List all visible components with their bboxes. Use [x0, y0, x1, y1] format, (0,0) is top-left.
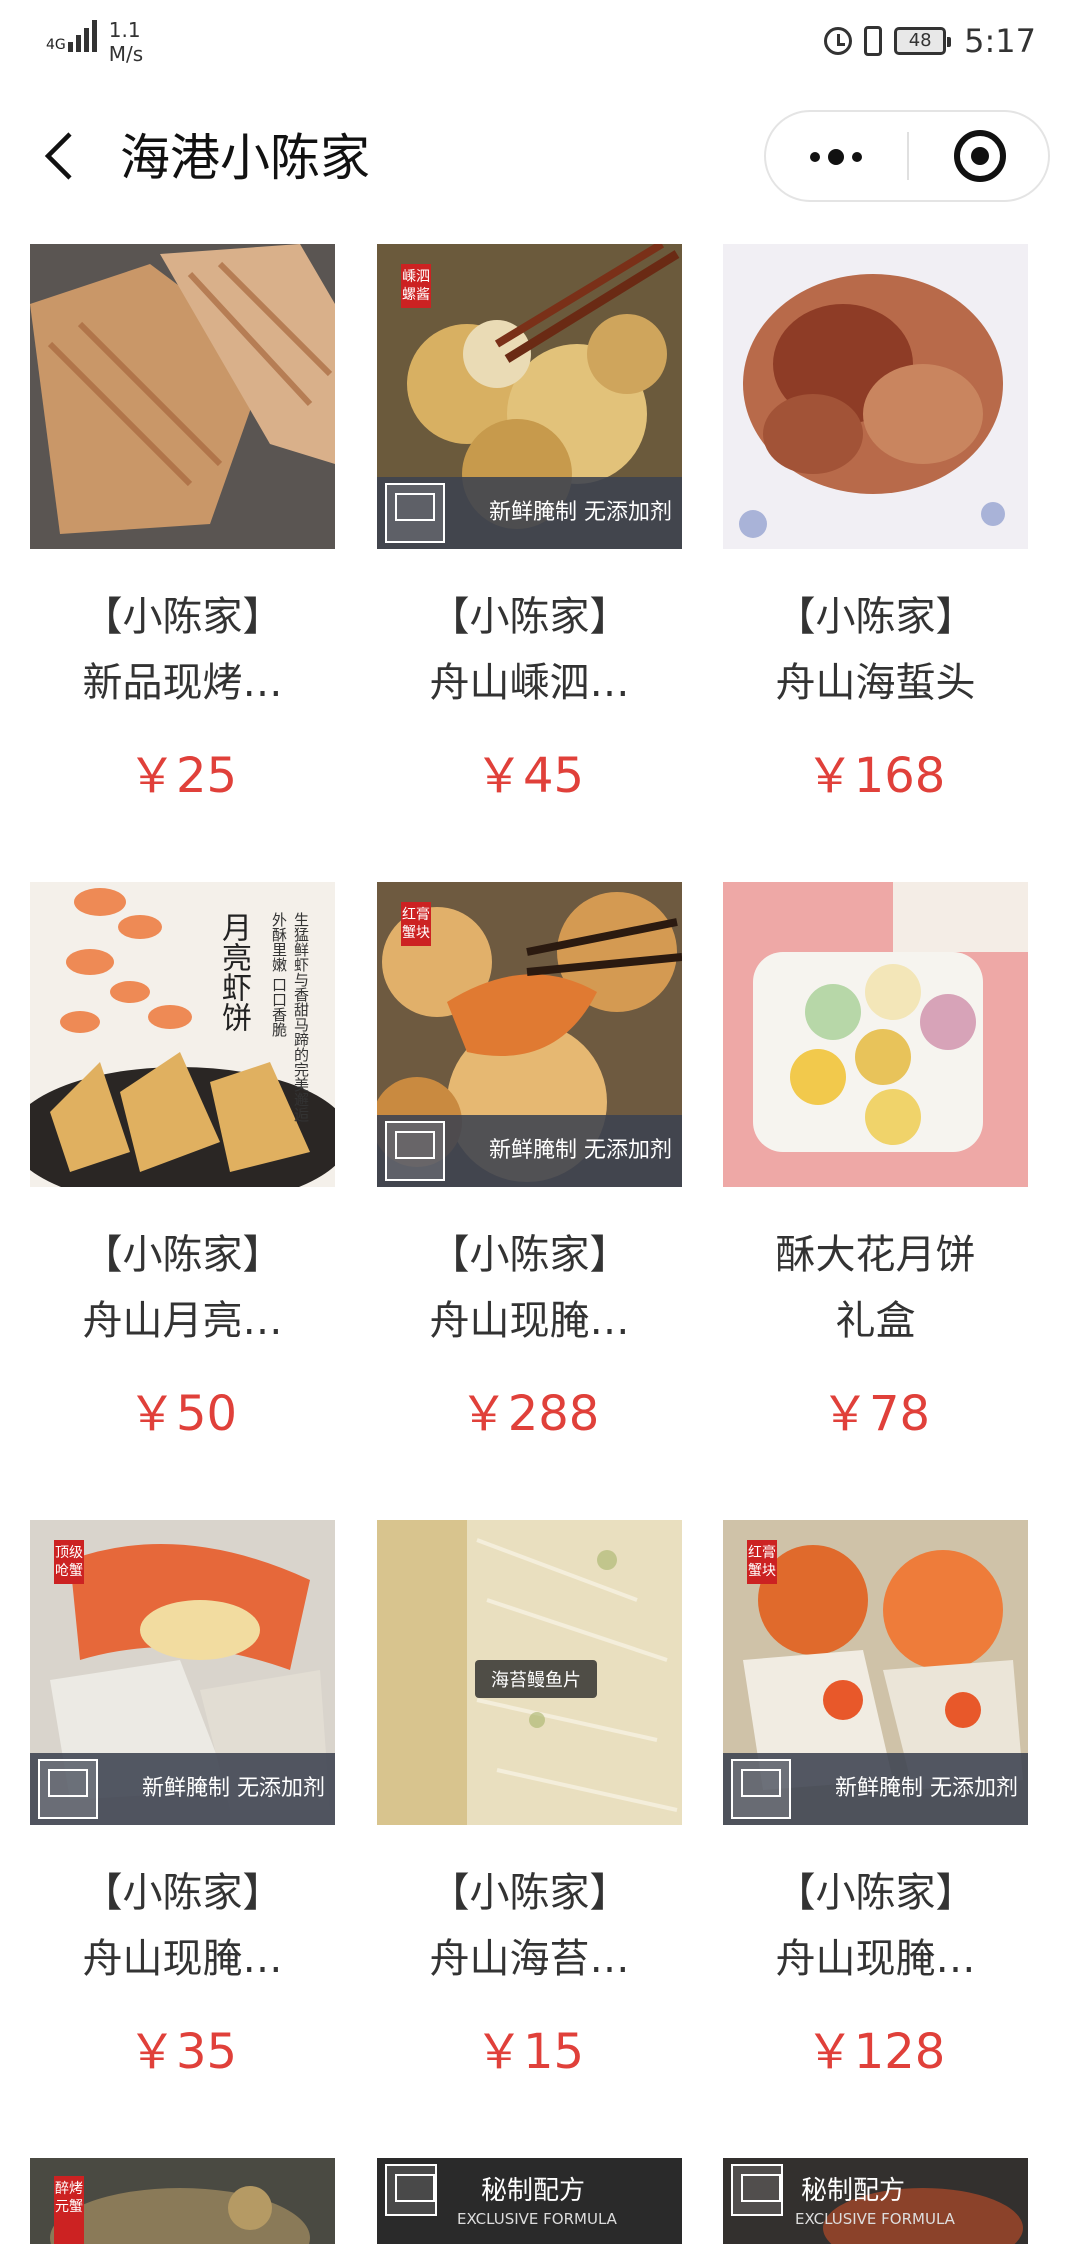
product-price: ￥78 — [820, 1386, 931, 1442]
product-subheadline: EXCLUSIVE FORMULA — [795, 2210, 955, 2228]
product-price: ￥128 — [805, 2024, 946, 2080]
status-time: 5:17 — [964, 22, 1036, 60]
product-image — [30, 244, 335, 549]
product-image — [723, 882, 1028, 1187]
product-card[interactable]: 秘制配方 EXCLUSIVE FORMULA — [723, 2158, 1028, 2244]
product-label: 海苔鳗鱼片 — [475, 1660, 597, 1698]
product-card[interactable]: 醉烤元蟹 — [30, 2158, 335, 2244]
product-card[interactable]: 秘制配方 EXCLUSIVE FORMULA — [377, 2158, 682, 2244]
chevron-left-icon — [44, 132, 72, 180]
product-image: 顶级呛蟹 新鲜腌制 无添加剂 — [30, 1520, 335, 1825]
status-left: 4G 1.1 M/s — [46, 18, 143, 66]
signal-icon — [67, 18, 97, 52]
vibrate-icon — [864, 26, 883, 56]
page-title: 海港小陈家 — [120, 129, 370, 187]
product-name: 【小陈家】 舟山海苔… — [429, 1870, 630, 1982]
product-image: 海苔鳗鱼片 — [377, 1520, 682, 1825]
product-price: ￥15 — [474, 2024, 585, 2080]
speed-value: 1.1 — [108, 18, 141, 42]
network-speed: 1.1 M/s — [109, 18, 143, 66]
product-price: ￥50 — [127, 1386, 238, 1442]
product-image: 秘制配方 EXCLUSIVE FORMULA — [377, 2158, 682, 2244]
product-card[interactable]: 酥大花月饼 礼盒 ￥78 — [723, 882, 1028, 1482]
status-right: 48 5:17 — [824, 22, 1036, 60]
product-image: 红膏蟹块 新鲜腌制 无添加剂 — [723, 1520, 1028, 1825]
product-tag: 嵊泗螺酱 — [401, 264, 431, 308]
product-price: ￥35 — [127, 2024, 238, 2080]
battery-icon: 48 — [894, 27, 952, 55]
capsule-divider — [907, 132, 909, 180]
network-type: 4G — [46, 37, 66, 53]
product-card[interactable]: 【小陈家】 舟山海蜇头 ￥168 — [723, 244, 1028, 844]
nav-bar: 海港小陈家 — [0, 100, 1080, 216]
product-image — [723, 244, 1028, 549]
product-headline: 秘制配方 — [481, 2176, 586, 2206]
product-name: 【小陈家】 舟山现腌… — [82, 1870, 283, 1982]
mini-program-capsule — [764, 110, 1050, 202]
product-tag: 红膏蟹块 — [747, 1540, 777, 1584]
product-card[interactable]: 红膏蟹块 新鲜腌制 无添加剂 【小陈家】 舟山现腌… ￥128 — [723, 1520, 1028, 2120]
alarm-icon — [824, 27, 853, 55]
back-button[interactable] — [36, 124, 92, 188]
product-price: ￥25 — [127, 748, 238, 804]
product-name: 【小陈家】 新品现烤… — [82, 594, 283, 706]
status-bar: 4G 1.1 M/s 48 5:17 — [0, 0, 1080, 90]
brand-logo-icon — [385, 483, 445, 543]
product-name: 【小陈家】 舟山现腌… — [429, 1232, 630, 1344]
product-image: 嵊泗螺酱 新鲜腌制 无添加剂 — [377, 244, 682, 549]
product-price: ￥168 — [805, 748, 946, 804]
product-price: ￥45 — [474, 748, 585, 804]
product-tag: 顶级呛蟹 — [54, 1540, 84, 1584]
product-card[interactable]: 海苔鳗鱼片 【小陈家】 舟山海苔… ￥15 — [377, 1520, 682, 2120]
product-subheadline: EXCLUSIVE FORMULA — [457, 2210, 617, 2228]
overlay-text: 生猛鲜虾与香甜马蹄的完美邂逅 — [292, 912, 310, 1122]
brand-logo-icon — [731, 1759, 791, 1819]
speed-unit: M/s — [108, 42, 144, 66]
product-headline: 秘制配方 — [801, 2176, 906, 2206]
product-name: 【小陈家】 舟山月亮… — [82, 1232, 283, 1344]
product-name: 【小陈家】 舟山现腌… — [775, 1870, 976, 1982]
product-card[interactable]: 红膏蟹块 新鲜腌制 无添加剂 【小陈家】 舟山现腌… ￥288 — [377, 882, 682, 1482]
brand-logo-icon — [385, 1121, 445, 1181]
product-price: ￥288 — [459, 1386, 600, 1442]
product-image: 月亮虾饼 生猛鲜虾与香甜马蹄的完美邂逅 外酥里嫩 口口香脆 — [30, 882, 335, 1187]
product-tag: 红膏蟹块 — [401, 902, 431, 946]
product-image: 醉烤元蟹 — [30, 2158, 335, 2244]
product-card[interactable]: 【小陈家】 新品现烤… ￥25 — [30, 244, 335, 844]
brand-logo-icon — [731, 2164, 783, 2216]
product-card[interactable]: 月亮虾饼 生猛鲜虾与香甜马蹄的完美邂逅 外酥里嫩 口口香脆 【小陈家】 舟山月亮… — [30, 882, 335, 1482]
product-tag: 醉烤元蟹 — [54, 2176, 84, 2244]
overlay-text: 外酥里嫩 口口香脆 — [270, 912, 288, 1037]
close-button[interactable] — [910, 112, 1050, 200]
more-dots-icon — [810, 152, 820, 162]
product-image: 红膏蟹块 新鲜腌制 无添加剂 — [377, 882, 682, 1187]
product-name: 酥大花月饼 礼盒 — [775, 1232, 976, 1344]
brand-logo-icon — [385, 2164, 437, 2216]
overlay-title: 月亮虾饼 — [216, 912, 251, 1032]
more-button[interactable] — [766, 112, 906, 200]
product-card[interactable]: 嵊泗螺酱 新鲜腌制 无添加剂 【小陈家】 舟山嵊泗… ￥45 — [377, 244, 682, 844]
product-card[interactable]: 顶级呛蟹 新鲜腌制 无添加剂 【小陈家】 舟山现腌… ￥35 — [30, 1520, 335, 2120]
product-name: 【小陈家】 舟山嵊泗… — [429, 594, 630, 706]
product-image: 秘制配方 EXCLUSIVE FORMULA — [723, 2158, 1028, 2244]
brand-logo-icon — [38, 1759, 98, 1819]
product-name: 【小陈家】 舟山海蜇头 — [775, 594, 976, 706]
